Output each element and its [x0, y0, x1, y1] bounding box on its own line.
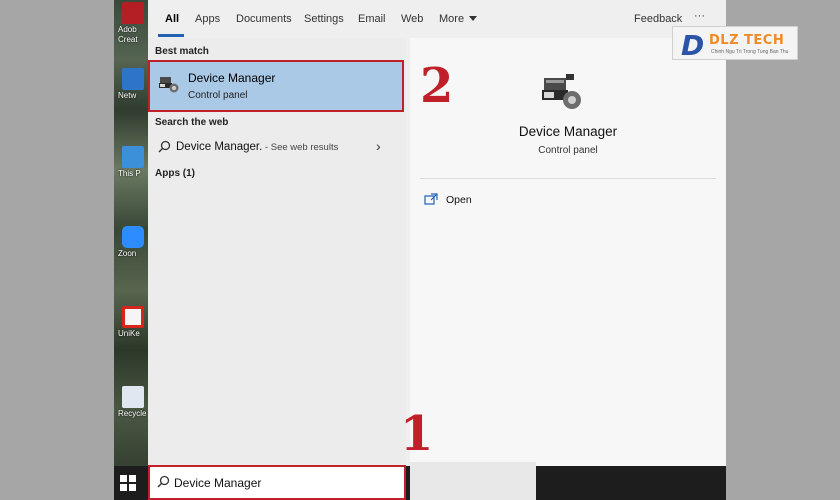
active-tab-indicator [158, 34, 184, 37]
zoom-icon [122, 226, 144, 248]
network-icon [122, 68, 144, 90]
desktop-icon-network[interactable]: Netw [118, 68, 148, 100]
best-match-title: Device Manager [188, 71, 276, 85]
more-options-icon[interactable]: ··· [694, 10, 705, 22]
step-1-annotation: 1 [400, 406, 434, 462]
apps-heading: Apps (1) [155, 168, 195, 179]
tab-all[interactable]: All [165, 13, 179, 25]
caret-down-icon [469, 16, 478, 21]
best-match-heading: Best match [155, 46, 209, 57]
desktop-icon-label: Adob [118, 25, 137, 34]
desktop-icon-adobe[interactable]: Adob Creat [118, 2, 148, 44]
open-icon [424, 193, 438, 205]
logo-name: DLZ TECH [709, 33, 785, 48]
step-2-annotation: 2 [420, 58, 454, 114]
dlz-tech-logo: D DLZ TECH Chinh Ngu Tri Trong Tung Ban … [672, 26, 798, 62]
chevron-right-icon: › [376, 138, 381, 154]
tab-web[interactable]: Web [401, 13, 423, 25]
tab-settings[interactable]: Settings [304, 13, 344, 25]
search-scope-tabs: All Apps Documents Settings Email Web Mo… [148, 0, 726, 38]
desktop-icon-label: Netw [118, 91, 137, 100]
desktop-icon-zoom[interactable]: Zoon [118, 226, 148, 258]
tab-more[interactable]: More [439, 13, 478, 25]
web-result-text: Device Manager. - See web results [176, 141, 338, 153]
desktop-icon-unikey[interactable]: UniKe [118, 306, 148, 338]
windows-logo-icon [120, 475, 127, 482]
desktop-icon-label: This P [118, 169, 141, 178]
logo-letter: D [681, 29, 705, 62]
web-result-query: Device Manager. [176, 141, 263, 153]
desktop-icon-label: Recycle [118, 409, 147, 418]
search-icon [158, 140, 171, 153]
divider [420, 178, 716, 179]
feedback-link[interactable]: Feedback [634, 13, 682, 25]
search-web-heading: Search the web [155, 117, 229, 128]
taskbar-area [410, 462, 536, 500]
unikey-icon [122, 306, 144, 328]
web-search-result[interactable]: Device Manager. - See web results › [148, 136, 404, 160]
desktop-icon-this-pc[interactable]: This P [118, 146, 148, 178]
windows-start-button[interactable] [120, 475, 136, 491]
desktop-icon-recycle-bin[interactable]: Recycle [118, 386, 148, 418]
logo-tagline: Chinh Ngu Tri Trong Tung Ban Thu [711, 49, 789, 55]
tab-apps[interactable]: Apps [195, 13, 220, 25]
preview-title: Device Manager [518, 124, 618, 139]
desktop-background: Adob Creat Netw This P Zoon UniKe Recycl… [114, 0, 148, 500]
device-manager-large-icon [540, 72, 584, 117]
adobe-icon [122, 2, 144, 24]
recycle-bin-icon [122, 386, 144, 408]
result-preview-pane: Device Manager Control panel Open [410, 38, 726, 466]
best-match-subtitle: Control panel [188, 90, 248, 101]
desktop-icon-label: Zoon [118, 249, 137, 258]
search-icon [157, 475, 170, 488]
open-label: Open [446, 194, 472, 206]
computer-icon [122, 146, 144, 168]
web-result-suffix: - See web results [262, 142, 339, 153]
tab-documents[interactable]: Documents [236, 13, 292, 25]
preview-subtitle: Control panel [538, 145, 598, 156]
device-manager-icon [158, 74, 180, 99]
open-action[interactable]: Open [424, 192, 472, 210]
desktop-icon-label: Creat [118, 35, 138, 44]
best-match-result[interactable]: Device Manager Control panel [148, 60, 404, 112]
desktop-icon-label: UniKe [118, 329, 140, 338]
search-input[interactable] [174, 474, 384, 492]
tab-more-label: More [439, 13, 465, 25]
tab-email[interactable]: Email [358, 13, 386, 25]
taskbar-search-box[interactable] [148, 465, 406, 500]
